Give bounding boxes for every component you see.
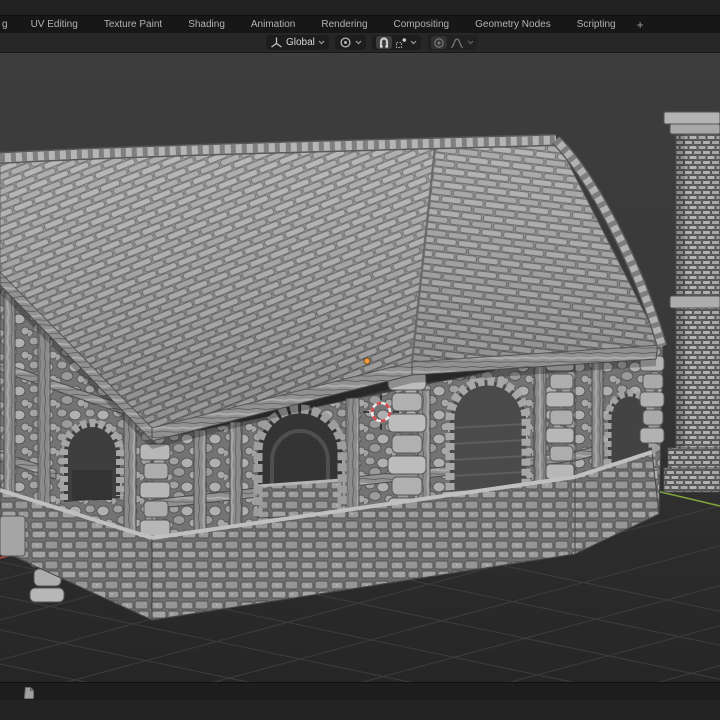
porch-archway	[253, 404, 347, 519]
orientation-global-icon	[271, 37, 282, 48]
object-origin-dot	[363, 357, 371, 365]
workspace-tab-compositing[interactable]: Compositing	[381, 16, 463, 33]
viewport-header: Global	[0, 33, 720, 53]
snapping-group	[371, 35, 421, 50]
workspace-tab-g[interactable]: g	[0, 16, 18, 33]
proportional-editing-group	[426, 35, 478, 50]
chevron-down-icon	[355, 40, 362, 45]
chevron-down-icon	[318, 40, 325, 45]
chevron-down-icon[interactable]	[467, 40, 474, 45]
falloff-curve-icon[interactable]	[450, 37, 464, 49]
add-workspace-button[interactable]: +	[629, 16, 652, 33]
workspace-tab-texture-paint[interactable]: Texture Paint	[91, 16, 175, 33]
proportional-editing-toggle[interactable]	[430, 36, 447, 49]
workspace-tab-animation[interactable]: Animation	[238, 16, 308, 33]
blender-window: g UV Editing Texture Paint Shading Animation…	[0, 0, 720, 720]
proportional-editing-icon	[434, 37, 444, 48]
file-icon[interactable]	[24, 686, 35, 699]
pivot-point-dropdown[interactable]	[334, 35, 366, 50]
snap-toggle-button[interactable]	[375, 36, 392, 49]
orientation-label: Global	[286, 37, 315, 48]
workspace-tab-scripting[interactable]: Scripting	[564, 16, 629, 33]
transform-orientation-dropdown[interactable]: Global	[266, 35, 329, 50]
bottom-editor-body[interactable]	[0, 700, 720, 720]
stone-block	[0, 515, 26, 557]
workspace-tab-uv-editing[interactable]: UV Editing	[18, 16, 91, 33]
topbar-strip	[0, 0, 720, 16]
workspace-tab-rendering[interactable]: Rendering	[308, 16, 380, 33]
viewport-canvas[interactable]	[0, 0, 720, 720]
workspace-tab-geometry-nodes[interactable]: Geometry Nodes	[462, 16, 564, 33]
bottom-editor-header	[0, 682, 720, 701]
snap-magnet-icon	[379, 36, 389, 48]
workspace-tab-shading[interactable]: Shading	[175, 16, 238, 33]
arch-window-left	[59, 419, 124, 502]
workspace-tabs: g UV Editing Texture Paint Shading Animation…	[0, 16, 720, 33]
snap-increment-icon[interactable]	[395, 37, 407, 49]
pivot-median-point-icon	[340, 37, 351, 48]
chevron-down-icon[interactable]	[410, 40, 417, 45]
